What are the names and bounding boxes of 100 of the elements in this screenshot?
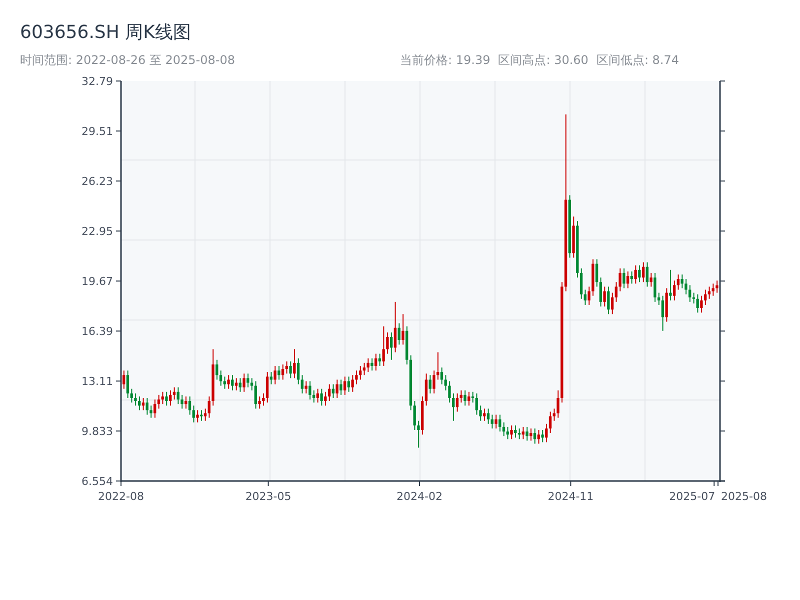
candlestick — [552, 408, 556, 422]
candlestick — [607, 286, 610, 315]
y-axis-label: 22.95 — [82, 225, 113, 238]
y-axis-label: 19.67 — [82, 275, 113, 288]
candlestick — [548, 411, 552, 434]
x-axis-label: 2024-11 — [548, 490, 594, 503]
candlestick — [293, 348, 296, 379]
candlestick — [394, 301, 397, 353]
candlestick — [402, 314, 404, 346]
candlestick — [634, 264, 637, 284]
candlestick — [266, 372, 269, 404]
candlestick — [262, 392, 265, 406]
candlestick — [610, 292, 614, 315]
candlestick — [464, 390, 466, 406]
candlestick — [188, 396, 192, 416]
candlestick — [417, 420, 420, 448]
candlestick — [336, 379, 338, 398]
candlestick — [219, 370, 222, 386]
candlestick — [366, 358, 370, 373]
x-axis-label: 2025-07 — [669, 490, 716, 503]
candlestick — [672, 280, 676, 301]
candlestick — [468, 391, 470, 406]
candlestick — [471, 391, 474, 404]
candlestick — [161, 391, 164, 405]
candlestick — [432, 370, 436, 394]
candlestick — [370, 358, 374, 372]
candlestick — [514, 424, 517, 438]
candlestick — [595, 258, 598, 288]
candlestick — [716, 280, 718, 294]
price-stat: 区间低点: 8.74 — [596, 52, 680, 68]
candlestick — [328, 384, 331, 402]
candlestick — [661, 295, 664, 332]
candlestick — [165, 391, 168, 406]
candlestick — [184, 396, 188, 410]
candlestick — [122, 370, 126, 390]
candlestick — [246, 373, 250, 388]
x-axis-label: 2024-02 — [396, 490, 442, 503]
candlestick — [490, 414, 494, 429]
y-axis-label: 9.833 — [82, 425, 113, 438]
x-axis-label: 2023-05 — [245, 490, 292, 503]
candlestick — [712, 283, 714, 296]
candlestick — [200, 410, 203, 422]
candlestick — [157, 394, 160, 410]
candlestick — [242, 373, 246, 392]
candlestick — [475, 392, 478, 416]
candlestick — [355, 370, 358, 385]
candlestick — [358, 365, 362, 380]
candlestick — [603, 286, 606, 307]
candlestick — [308, 380, 312, 400]
candlestick — [654, 272, 656, 302]
candlestick — [274, 365, 276, 385]
candlestick — [580, 268, 583, 300]
candlestick — [154, 398, 156, 418]
y-axis-label: 32.79 — [82, 75, 113, 88]
candlestick — [530, 428, 532, 442]
candlestick — [386, 332, 389, 354]
candlestick — [483, 408, 486, 422]
candlestick — [456, 392, 459, 412]
candlestick — [196, 410, 199, 423]
candlestick — [258, 396, 261, 410]
candlestick — [502, 422, 506, 437]
candlestick — [169, 390, 172, 406]
candlestick — [680, 274, 684, 289]
y-axis-label: 16.39 — [82, 325, 113, 338]
chart-title: 603656.SH 周K线图 — [20, 21, 192, 45]
candlestick — [657, 292, 660, 306]
candlestick — [537, 429, 540, 444]
candlestick — [622, 268, 626, 289]
candlestick — [304, 380, 308, 394]
x-axis-label: 2025-08 — [721, 490, 767, 503]
candlestick — [216, 359, 218, 380]
price-stat: 当前价格: 19.39 — [400, 52, 490, 68]
candlestick — [270, 372, 272, 385]
candlestick — [134, 392, 137, 406]
candlestick — [704, 289, 707, 306]
candlestick — [312, 390, 316, 404]
candlestick — [332, 384, 335, 398]
candlestick — [541, 429, 544, 443]
candlestick — [556, 390, 560, 418]
candlestick — [289, 360, 292, 379]
candlestick — [234, 378, 238, 391]
candlestick — [440, 366, 444, 385]
y-axis-label: 29.51 — [82, 125, 113, 138]
candlestick — [510, 424, 513, 440]
candlestick — [285, 360, 288, 374]
candlestick — [424, 373, 428, 406]
candlestick — [684, 278, 688, 295]
candlestick — [300, 374, 304, 394]
candlestick — [588, 286, 590, 306]
candlestick — [374, 353, 378, 372]
candlestick — [208, 396, 210, 418]
candlestick — [676, 274, 680, 290]
candlestick — [506, 426, 509, 440]
candlestick — [296, 358, 300, 385]
candlestick — [382, 326, 385, 366]
candlestick — [130, 388, 133, 404]
candlestick — [479, 405, 482, 422]
candlestick — [642, 262, 645, 283]
candlestick — [316, 388, 320, 404]
candlestick — [172, 386, 176, 400]
